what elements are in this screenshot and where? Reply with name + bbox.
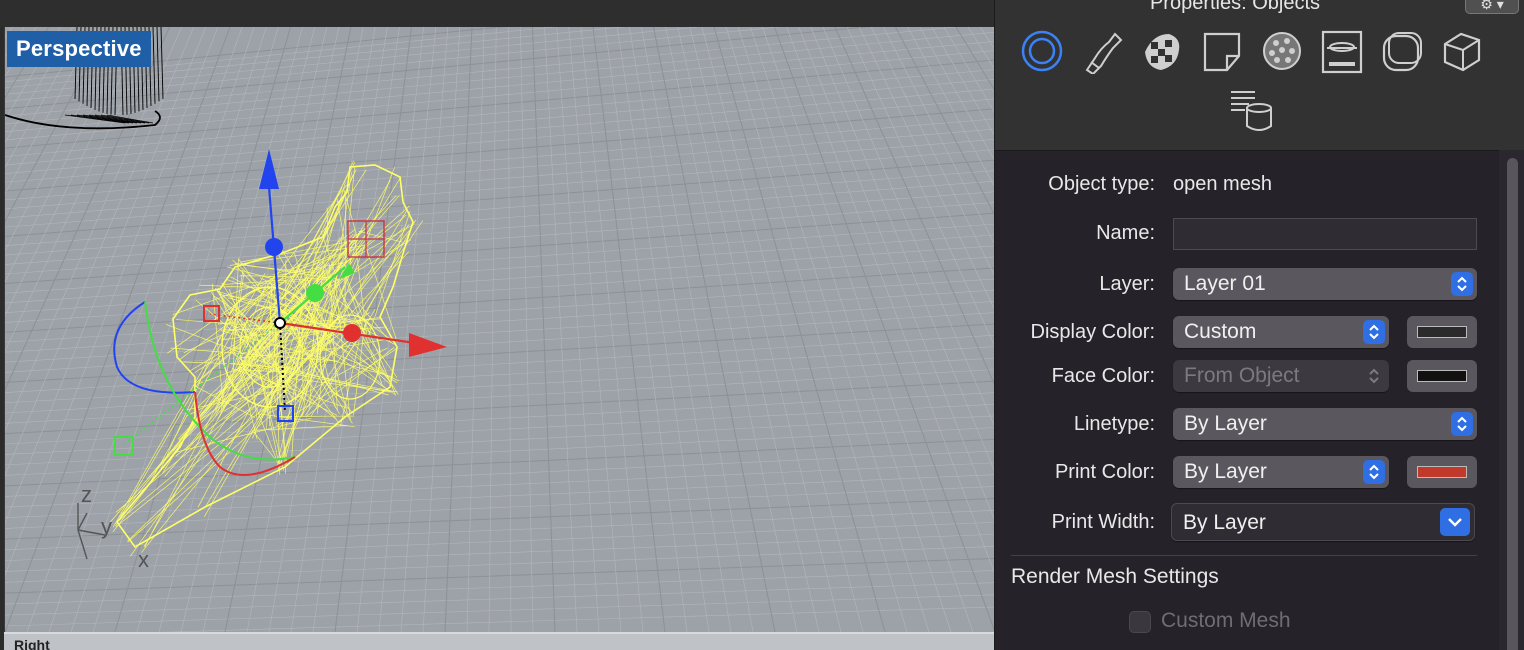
rounded-box-icon[interactable] (1379, 28, 1425, 74)
perspective-viewport[interactable]: z y x Perspective (4, 27, 994, 632)
section-divider (1011, 555, 1477, 556)
custom-mesh-checkbox (1129, 611, 1151, 633)
box-edge-icon[interactable] (1439, 28, 1485, 74)
print-color-chip (1417, 466, 1467, 478)
display-color-chip (1417, 326, 1467, 338)
material-checker-icon[interactable] (1139, 28, 1185, 74)
viewport-title-perspective[interactable]: Perspective (7, 31, 151, 67)
layer-select[interactable]: Layer 01 (1173, 268, 1477, 300)
chevron-updown-icon (1451, 272, 1473, 296)
name-label: Name: (1096, 222, 1155, 244)
face-color-select: From Object (1173, 360, 1389, 392)
linetype-label: Linetype: (1073, 413, 1155, 435)
display-color-select[interactable]: Custom (1173, 316, 1389, 348)
print-width-value: By Layer (1183, 511, 1266, 534)
object-properties-icon[interactable] (1019, 28, 1065, 74)
panel-options-button[interactable]: ⚙ ▾ (1465, 0, 1519, 14)
linetype-select[interactable]: By Layer (1173, 408, 1477, 440)
viewport-canvas[interactable]: z y x (5, 27, 994, 632)
properties-content: Object type: open mesh Name: Layer: Laye… (995, 150, 1499, 650)
object-type-value: open mesh (1173, 173, 1272, 195)
right-viewport-strip[interactable]: Right (4, 632, 994, 650)
name-field[interactable] (1173, 218, 1477, 250)
axis-label-y: y (101, 514, 112, 539)
chevron-down-icon[interactable] (1440, 508, 1470, 536)
panel-title: Properties: Objects (1149, 0, 1321, 14)
display-color-swatch[interactable] (1407, 316, 1477, 348)
layer-select-value: Layer 01 (1184, 272, 1266, 295)
construction-grid (5, 27, 994, 632)
texture-displacement-icon[interactable] (1259, 28, 1305, 74)
chevron-updown-icon (1363, 320, 1385, 344)
print-width-combobox[interactable]: By Layer (1171, 503, 1475, 541)
viewport-title-right[interactable]: Right (14, 637, 50, 650)
display-color-label: Display Color: (1030, 321, 1155, 343)
axis-label-x: x (138, 547, 149, 572)
curve-piping-icon[interactable] (1079, 28, 1125, 76)
print-color-value: By Layer (1184, 460, 1267, 483)
axis-label-z: z (81, 482, 92, 507)
chevron-updown-icon (1363, 364, 1385, 388)
chevron-updown-icon (1451, 412, 1473, 436)
print-color-label: Print Color: (1054, 461, 1155, 483)
display-color-value: Custom (1184, 320, 1257, 343)
panel-scrollbar[interactable] (1499, 150, 1524, 650)
properties-panel: Properties: Objects ⚙ ▾ Object type: ope… (994, 0, 1524, 650)
custom-mesh-label: Custom Mesh (1161, 609, 1291, 632)
render-cap-icon[interactable] (1319, 28, 1365, 74)
layer-label: Layer: (1099, 273, 1155, 295)
print-color-select[interactable]: By Layer (1173, 456, 1389, 488)
user-text-database-icon[interactable] (1229, 88, 1275, 134)
viewport-title-bar (0, 0, 994, 27)
chevron-updown-icon (1363, 460, 1385, 484)
render-mesh-settings-title: Render Mesh Settings (1011, 565, 1219, 588)
page-note-icon[interactable] (1199, 28, 1245, 74)
scrollbar-thumb[interactable] (1507, 158, 1518, 650)
object-type-label: Object type: (1048, 173, 1155, 195)
print-color-swatch[interactable] (1407, 456, 1477, 488)
face-color-chip (1417, 370, 1467, 382)
face-color-swatch[interactable] (1407, 360, 1477, 392)
face-color-label: Face Color: (1051, 365, 1155, 387)
face-color-value: From Object (1184, 364, 1300, 387)
print-width-label: Print Width: (1051, 511, 1155, 533)
linetype-value: By Layer (1184, 412, 1267, 435)
